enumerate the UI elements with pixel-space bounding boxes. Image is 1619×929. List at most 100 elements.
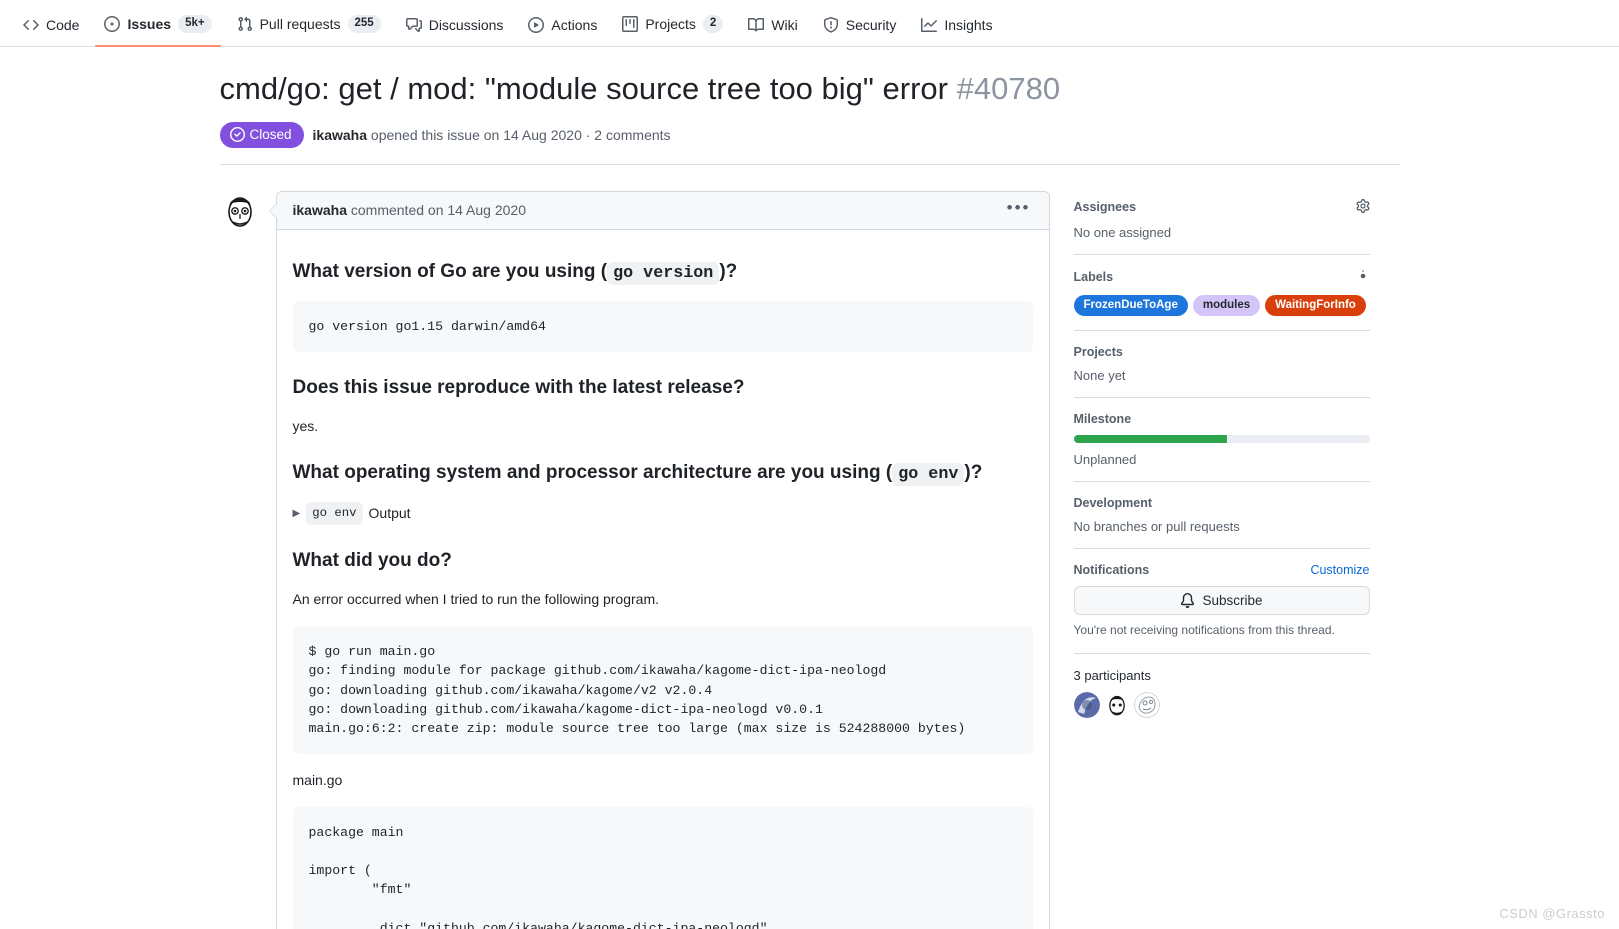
heading-go-version-before: What version of Go are you using ( <box>292 260 608 282</box>
heading-go-version-after: )? <box>719 260 738 282</box>
avatar[interactable] <box>1103 691 1130 718</box>
graph-icon <box>921 17 938 33</box>
code-block-go-version-output: go version go1.15 darwin/amd64 <box>292 300 1033 352</box>
heading-go-env-before: What operating system and processor arch… <box>292 462 893 484</box>
comment-body: What version of Go are you using (go ver… <box>277 230 1049 929</box>
issue-layout: ikawaha commented on 14 Aug 2020 ••• Wha… <box>219 165 1400 929</box>
projects-value: None yet <box>1073 367 1126 383</box>
labels-header[interactable]: Labels <box>1074 269 1370 286</box>
label-chip[interactable]: modules <box>1192 294 1261 316</box>
nav-item-actions[interactable]: Actions <box>519 17 606 46</box>
customize-link[interactable]: Customize <box>1310 563 1369 577</box>
notifications-header: Notifications Customize <box>1074 563 1370 577</box>
avatar[interactable] <box>1073 691 1100 718</box>
heading-reproduce: Does this issue reproduce with the lates… <box>292 376 745 398</box>
nav-item-wiki[interactable]: Wiki <box>739 17 806 46</box>
status-badge: Closed <box>219 121 304 148</box>
label-chip[interactable]: WaitingForInfo <box>1265 294 1366 316</box>
development-header[interactable]: Development <box>1074 496 1370 510</box>
git-pull-request-icon <box>237 16 253 32</box>
milestone-title: Milestone <box>1073 411 1132 426</box>
status-badge-label: Closed <box>249 126 292 142</box>
avatar[interactable] <box>219 190 260 231</box>
comment-action: commented on 14 Aug 2020 <box>350 202 527 219</box>
issue-closed-icon <box>229 127 245 143</box>
gear-icon[interactable] <box>1356 269 1370 286</box>
heading-what-did-you-do: What did you do? <box>292 549 452 571</box>
comment-author[interactable]: ikawaha <box>293 202 347 218</box>
sidebar-section-labels: Labels FrozenDueToAge modules WaitingFor… <box>1073 269 1370 331</box>
inline-code-go-version: go version <box>607 261 720 285</box>
issue-meta-text: ikawaha opened this issue on 14 Aug 2020… <box>313 127 671 143</box>
issue-sidebar: Assignees No one assigned Labels FrozenD… <box>1073 191 1370 929</box>
issue-meta-rest: opened this issue on 14 Aug 2020 · 2 com… <box>370 126 671 143</box>
gear-icon[interactable] <box>1356 198 1370 216</box>
sidebar-section-notifications: Notifications Customize Subscribe You're… <box>1073 563 1370 654</box>
details-go-env-output[interactable]: ▶ go env Output <box>292 502 1033 525</box>
labels-title: Labels <box>1073 270 1114 285</box>
nav-item-label: Pull requests <box>259 16 341 33</box>
issue-author[interactable]: ikawaha <box>313 127 367 143</box>
sidebar-section-participants: 3 participants <box>1073 667 1370 732</box>
comment-card: ikawaha commented on 14 Aug 2020 ••• Wha… <box>268 190 1050 929</box>
inline-code-details-go-env: go env <box>306 502 363 525</box>
code-block-error-output: $ go run main.go go: finding module for … <box>292 626 1033 755</box>
nav-item-security[interactable]: Security <box>814 17 906 46</box>
milestone-header[interactable]: Milestone <box>1074 412 1370 426</box>
nav-item-label: Issues <box>127 16 172 33</box>
comment-menu-button[interactable]: ••• <box>1005 199 1033 222</box>
projects-title: Projects <box>1073 344 1123 359</box>
milestone-progress-fill <box>1073 434 1228 443</box>
watermark: CSDN @Grassto <box>1499 906 1605 921</box>
play-icon <box>528 17 545 33</box>
nav-item-label: Security <box>845 17 897 33</box>
issue-opened-icon <box>104 16 121 33</box>
assignees-value: No one assigned <box>1073 224 1172 240</box>
subscribe-button[interactable]: Subscribe <box>1073 585 1370 615</box>
issue-main-column: ikawaha commented on 14 Aug 2020 ••• Wha… <box>219 190 1050 929</box>
code-block-main-go: package main import ( "fmt" dict "github… <box>292 807 1033 929</box>
nav-item-code[interactable]: Code <box>14 17 88 46</box>
nav-item-issues[interactable]: Issues 5k+ <box>95 15 221 47</box>
sidebar-section-milestone: Milestone Unplanned <box>1073 412 1370 482</box>
projects-header[interactable]: Projects <box>1074 345 1370 359</box>
shield-icon <box>823 17 839 33</box>
nav-item-label: Insights <box>944 17 993 33</box>
heading-go-version: What version of Go are you using (go ver… <box>293 260 1033 285</box>
nav-item-pull-requests[interactable]: Pull requests 255 <box>228 15 390 46</box>
sidebar-section-development: Development No branches or pull requests <box>1073 496 1370 549</box>
nav-item-counter: 5k+ <box>178 15 212 33</box>
issue-page: cmd/go: get / mod: "module source tree t… <box>219 47 1400 929</box>
nav-item-label: Discussions <box>428 17 504 33</box>
label-chip[interactable]: FrozenDueToAge <box>1073 294 1188 316</box>
heading-go-env-after: )? <box>964 462 983 484</box>
notifications-note: You're not receiving notifications from … <box>1073 622 1335 637</box>
assignees-header[interactable]: Assignees <box>1074 198 1370 216</box>
subscribe-button-label: Subscribe <box>1202 592 1263 608</box>
issue-title-text: cmd/go: get / mod: "module source tree t… <box>219 71 948 106</box>
milestone-value[interactable]: Unplanned <box>1074 452 1370 467</box>
answer-what-did-you-do: An error occurred when I tried to run th… <box>292 591 660 608</box>
milestone-progress-bar <box>1073 434 1370 443</box>
comment-byline: ikawaha commented on 14 Aug 2020 <box>293 202 527 218</box>
details-label: Output <box>368 504 411 521</box>
page-title: cmd/go: get / mod: "module source tree t… <box>220 69 1400 109</box>
file-label: main.go <box>292 772 343 789</box>
nav-item-projects[interactable]: Projects 2 <box>613 15 732 46</box>
repo-nav: Code Issues 5k+ Pull requests 255 Discus… <box>0 0 1619 47</box>
nav-item-label: Wiki <box>771 17 798 33</box>
issue-number: #40780 <box>956 71 1061 106</box>
nav-item-discussions[interactable]: Discussions <box>397 17 513 46</box>
participants-title: 3 participants <box>1073 667 1151 683</box>
labels-list: FrozenDueToAge modules WaitingForInfo <box>1073 294 1370 316</box>
sidebar-section-projects: Projects None yet <box>1073 345 1370 398</box>
comment-discussion-icon <box>405 17 422 33</box>
comment-header: ikawaha commented on 14 Aug 2020 ••• <box>276 191 1049 230</box>
chevron-right-icon: ▶ <box>292 507 301 519</box>
development-value: No branches or pull requests <box>1073 518 1240 534</box>
nav-item-counter: 255 <box>347 15 381 33</box>
avatar[interactable] <box>1133 691 1160 718</box>
nav-item-insights[interactable]: Insights <box>912 17 1001 46</box>
participants-list <box>1073 691 1370 718</box>
sidebar-section-assignees: Assignees No one assigned <box>1073 198 1370 255</box>
